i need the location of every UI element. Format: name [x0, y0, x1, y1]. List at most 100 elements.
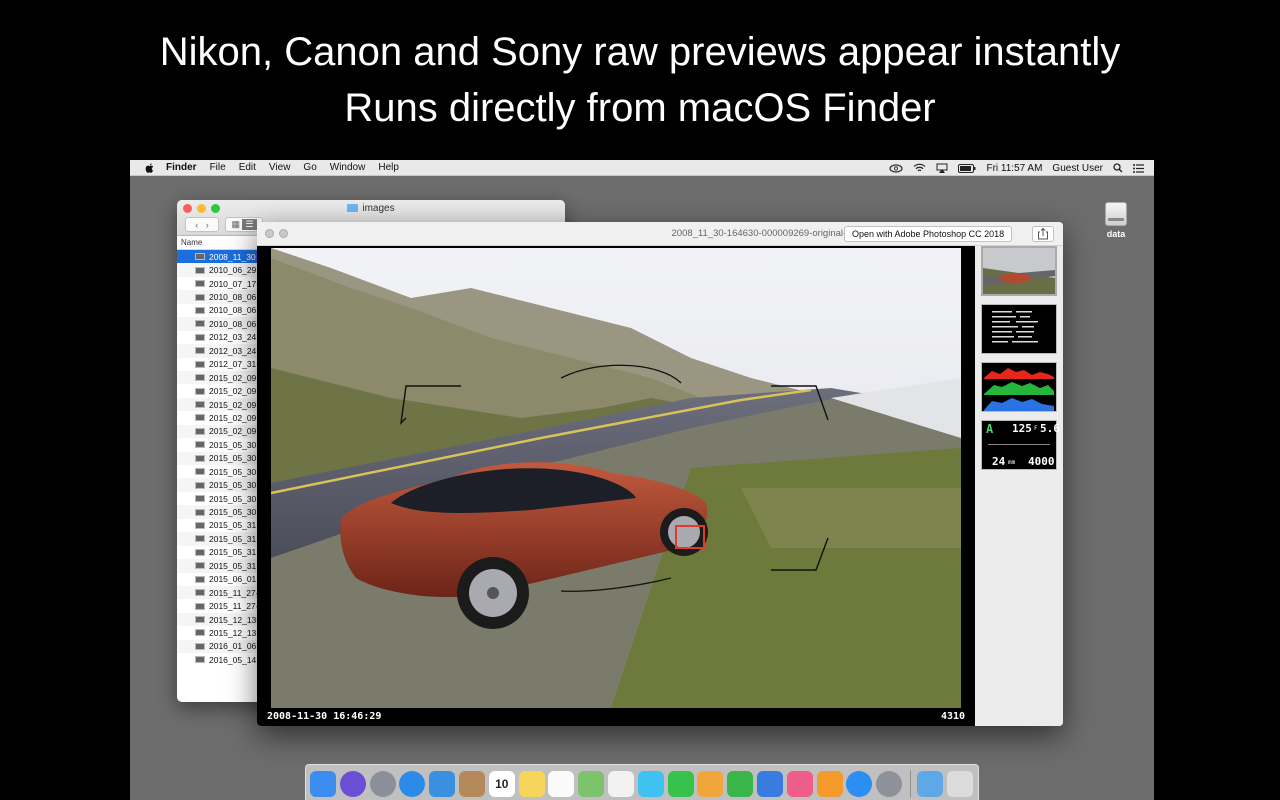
raw-file-icon [195, 575, 205, 583]
promo-headline: Nikon, Canon and Sony raw previews appea… [0, 24, 1280, 136]
menu-window[interactable]: Window [330, 162, 366, 173]
quicklook-window: 2008_11_30-164630-000009269-original-trw… [257, 222, 1063, 726]
menu-app-name[interactable]: Finder [166, 162, 197, 173]
file-name: 2015_05_31 [209, 547, 257, 558]
list-view-icon[interactable]: ☰ [242, 219, 257, 230]
finder-icon[interactable] [310, 771, 336, 797]
file-name: 2015_02_09 [209, 412, 257, 423]
file-name: 2015_11_27- [209, 601, 259, 612]
raw-file-icon [195, 629, 205, 637]
menu-user[interactable]: Guest User [1052, 163, 1103, 174]
histogram-thumbnail[interactable] [981, 362, 1057, 412]
file-name: 2015_12_13- [209, 614, 260, 625]
mail-icon[interactable] [429, 771, 456, 797]
desktop-drive[interactable]: data [1100, 202, 1132, 239]
exposure-mode: A [986, 422, 994, 436]
raw-file-icon [195, 253, 205, 261]
battery-icon[interactable] [958, 163, 976, 173]
file-name: 2015_05_31 [209, 520, 257, 531]
creative-cloud-icon[interactable] [889, 163, 904, 173]
file-name: 2015_05_30 [209, 507, 257, 518]
spotlight-icon[interactable] [1113, 163, 1123, 173]
iso-value: 4000 [1028, 455, 1055, 468]
contacts-icon[interactable] [458, 771, 485, 797]
folder-icon [347, 204, 359, 212]
photo-thumbnail[interactable] [981, 246, 1057, 296]
notification-center-icon[interactable] [1133, 163, 1144, 173]
raw-file-icon [195, 589, 205, 597]
launchpad-icon[interactable] [369, 771, 396, 797]
system-preferences-icon[interactable] [876, 771, 903, 797]
menu-help[interactable]: Help [378, 162, 399, 173]
numbers-icon[interactable] [727, 771, 754, 797]
exif-summary-thumbnail[interactable]: A 125 F 5.6 24 mm 4000 [981, 420, 1060, 470]
raw-file-icon [195, 401, 205, 409]
frame-number: 4310 [941, 711, 966, 722]
file-name: 2015_02_09 [209, 386, 257, 397]
file-name: 2012_07_31- [209, 359, 260, 370]
itunes-icon[interactable] [786, 771, 813, 797]
file-name: 2015_05_30 [209, 493, 257, 504]
raw-file-icon [195, 280, 205, 288]
headline-line-1: Nikon, Canon and Sony raw previews appea… [159, 30, 1121, 74]
airplay-icon[interactable] [936, 163, 948, 173]
histogram-image [982, 363, 1056, 411]
exif-text-image [992, 311, 1038, 343]
raw-file-icon [195, 535, 205, 543]
file-name: 2015_05_30 [209, 439, 257, 450]
file-name: 2012_03_24 [209, 332, 257, 343]
menu-go[interactable]: Go [303, 162, 316, 173]
app-store-icon[interactable] [846, 771, 873, 797]
notes-icon[interactable] [518, 771, 545, 797]
file-name: 2015_02_09 [209, 399, 257, 410]
menu-file[interactable]: File [210, 162, 226, 173]
raw-file-icon [195, 656, 205, 664]
photos-icon[interactable] [607, 771, 634, 797]
keynote-icon[interactable] [756, 771, 783, 797]
menu-clock[interactable]: Fri 11:57 AM [986, 163, 1042, 174]
icon-view-icon[interactable]: ▦ [231, 219, 240, 230]
raw-file-icon [195, 293, 205, 301]
share-button[interactable] [1032, 226, 1054, 242]
siri-icon[interactable] [339, 771, 366, 797]
headline-line-2: Runs directly from macOS Finder [344, 86, 936, 130]
maps-icon[interactable] [578, 771, 605, 797]
raw-file-icon [195, 441, 205, 449]
finder-title-text: images [362, 203, 395, 214]
file-name: 2015_02_09 [209, 372, 257, 383]
file-name: 2015_02_09 [209, 426, 257, 437]
menu-edit[interactable]: Edit [239, 162, 256, 173]
messages-icon[interactable] [637, 771, 664, 797]
apple-menu-icon[interactable] [144, 162, 156, 174]
exif-text-thumbnail[interactable] [981, 304, 1057, 354]
open-with-button[interactable]: Open with Adobe Photoshop CC 2018 [844, 226, 1013, 242]
facetime-icon[interactable] [667, 771, 694, 797]
raw-file-icon [195, 266, 205, 274]
quicklook-filename: 2008_11_30-164630-000009269-original-trw… [671, 228, 938, 239]
downloads-folder-icon[interactable] [916, 771, 943, 797]
back-forward-buttons[interactable]: ‹ › [185, 217, 219, 232]
chevron-right-icon[interactable]: › [206, 220, 209, 230]
capture-timestamp: 2008-11-30 16:46:29 [267, 711, 382, 722]
menu-view[interactable]: View [269, 162, 291, 173]
raw-file-icon [195, 468, 205, 476]
file-name: 2015_11_27- [209, 587, 259, 598]
file-name: 2010_06_29 [209, 265, 257, 276]
file-name: 2015_05_30 [209, 453, 257, 464]
quicklook-titlebar: 2008_11_30-164630-000009269-original-trw… [257, 222, 1063, 246]
raw-file-icon [195, 481, 205, 489]
raw-file-icon [195, 642, 205, 650]
ibooks-icon[interactable] [816, 771, 843, 797]
safari-icon[interactable] [399, 771, 426, 797]
reminders-icon[interactable] [548, 771, 575, 797]
trash-icon[interactable] [946, 771, 973, 797]
raw-file-icon [195, 360, 205, 368]
file-name: 2010_08_06 [209, 305, 257, 316]
wifi-icon[interactable] [913, 163, 926, 173]
calendar-icon[interactable]: 10 [488, 771, 515, 797]
pages-icon[interactable] [697, 771, 724, 797]
exposure-scale [988, 439, 1050, 445]
raw-file-icon [195, 320, 205, 328]
hard-drive-icon [1105, 202, 1127, 226]
chevron-left-icon[interactable]: ‹ [195, 220, 198, 230]
